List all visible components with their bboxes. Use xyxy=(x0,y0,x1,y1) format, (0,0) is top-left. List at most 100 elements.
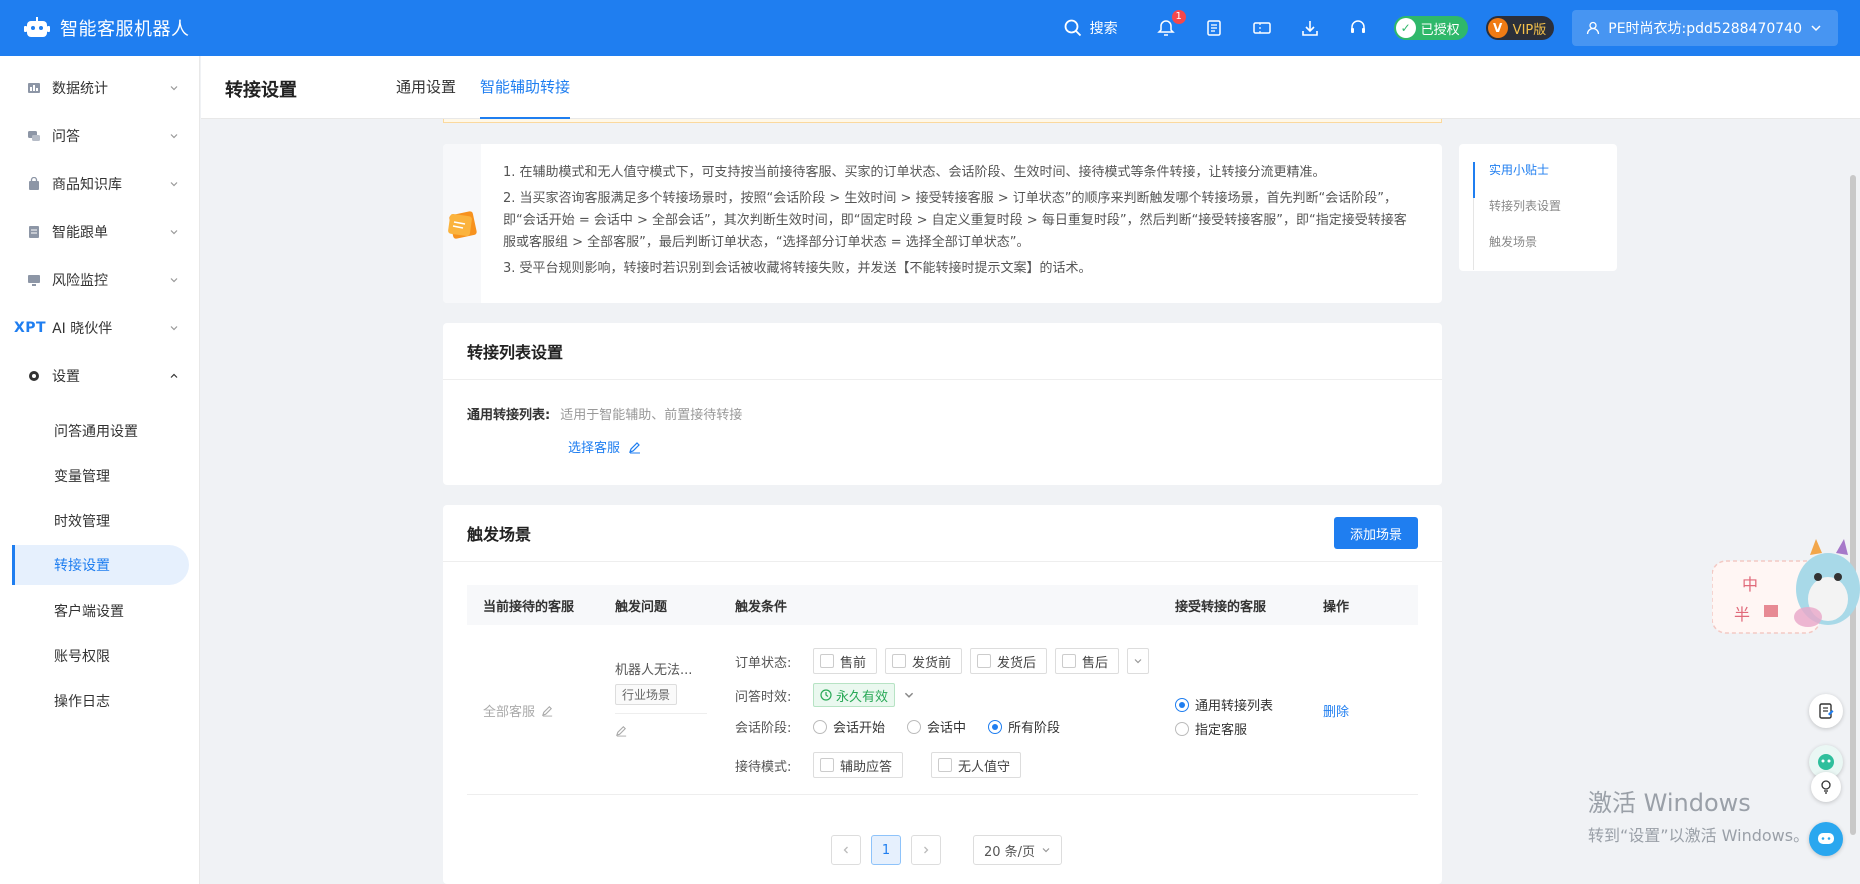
vip-badge[interactable]: V VIP版 xyxy=(1485,16,1555,40)
sidebar: 数据统计 问答 商品知识库 智能跟单 风险监控 XPT AI 晓伙伴 设置 问答… xyxy=(0,56,200,884)
condition-label: 订单状态: xyxy=(735,655,792,671)
vip-icon: V xyxy=(1487,18,1508,38)
order-status-aftersale-checkbox[interactable]: 售后 xyxy=(1055,648,1120,674)
radio-label: 会话中 xyxy=(927,721,967,736)
chevron-down-icon[interactable] xyxy=(903,689,915,701)
order-status-presale-checkbox[interactable]: 售前 xyxy=(813,648,878,674)
sidebar-group-label: 数据统计 xyxy=(52,81,108,97)
stage-start-radio[interactable]: 会话开始 xyxy=(813,717,885,736)
notes-float-button[interactable] xyxy=(1809,694,1843,728)
chat-bubble-icon xyxy=(1818,833,1834,844)
order-status-after-ship-checkbox[interactable]: 发货后 xyxy=(970,648,1048,674)
edit-icon[interactable] xyxy=(541,704,554,717)
mode-row: 接待模式: 辅助应答 无人值守 xyxy=(735,752,1022,778)
sidebar-group-settings[interactable]: 设置 xyxy=(0,352,199,400)
sidebar-group-label: 智能跟单 xyxy=(52,225,108,241)
prev-page-button[interactable] xyxy=(831,835,861,865)
authorized-label: 已授权 xyxy=(1420,22,1460,38)
sidebar-group-risk[interactable]: 风险监控 xyxy=(0,256,199,304)
receiver-specific-agent-radio[interactable]: 指定客服 xyxy=(1175,719,1273,738)
mascot-text: 中 xyxy=(1742,575,1759,594)
agent-cell: 全部客服 xyxy=(483,701,554,720)
app-title: 智能客服机器人 xyxy=(60,19,190,40)
sidebar-group-knowledge[interactable]: 商品知识库 xyxy=(0,160,199,208)
scrollbar[interactable] xyxy=(1850,175,1856,835)
edit-doc-icon xyxy=(1819,703,1834,719)
sidebar-item-label: 转接设置 xyxy=(54,558,110,574)
mode-assist-checkbox[interactable]: 辅助应答 xyxy=(813,752,904,778)
sidebar-item-transfer[interactable]: 转接设置 xyxy=(12,545,189,585)
condition-label: 接待模式: xyxy=(735,759,792,775)
sidebar-item-label: 时效管理 xyxy=(54,513,110,530)
sidebar-group-qa[interactable]: 问答 xyxy=(0,112,199,160)
notification-button[interactable]: 1 xyxy=(1154,10,1186,40)
user-menu[interactable]: PE时尚衣坊:pdd5288470740 xyxy=(1572,10,1838,46)
user-label: PE时尚衣坊:pdd5288470740 xyxy=(1608,21,1802,37)
sidebar-item-logs[interactable]: 操作日志 xyxy=(0,678,199,723)
list-icon xyxy=(26,224,42,240)
tips-float-button[interactable] xyxy=(1811,772,1841,802)
chevron-right-icon xyxy=(924,846,929,854)
validity-badge[interactable]: 永久有效 xyxy=(813,683,896,707)
sidebar-item-label: 操作日志 xyxy=(54,693,110,710)
anchor-transfer-list[interactable]: 转接列表设置 xyxy=(1473,198,1617,234)
sidebar-group-stats[interactable]: 数据统计 xyxy=(0,64,199,112)
add-scenario-button[interactable]: 添加场景 xyxy=(1333,517,1418,549)
sidebar-item-label: 客户端设置 xyxy=(54,603,124,620)
next-page-button[interactable] xyxy=(911,835,941,865)
order-status-dropdown[interactable] xyxy=(1127,648,1150,674)
sidebar-item-label: 变量管理 xyxy=(54,468,110,485)
document-button[interactable] xyxy=(1202,16,1226,40)
download-button[interactable] xyxy=(1298,16,1322,40)
sidebar-item-variables[interactable]: 变量管理 xyxy=(0,453,199,498)
chart-icon xyxy=(26,80,42,96)
sidebar-group-ai-partner[interactable]: XPT AI 晓伙伴 xyxy=(0,304,199,352)
question-tag: 行业场景 xyxy=(615,684,678,705)
chevron-down-icon xyxy=(1042,848,1050,853)
page-header: 转接设置 通用设置 智能辅助转接 xyxy=(201,56,1860,119)
edit-icon xyxy=(629,441,641,453)
authorized-badge[interactable]: ✓ 已授权 xyxy=(1393,16,1468,40)
field-label: 通用转接列表: xyxy=(467,408,551,423)
edit-icon[interactable] xyxy=(615,724,628,737)
search-button[interactable]: 搜索 xyxy=(1064,18,1118,38)
page-size-select[interactable]: 20 条/页 xyxy=(973,835,1063,865)
sidebar-item-client[interactable]: 客户端设置 xyxy=(0,588,199,633)
sidebar-item-label: 问答通用设置 xyxy=(54,423,138,440)
checkbox-label: 发货后 xyxy=(997,655,1037,671)
brand[interactable]: 智能客服机器人 xyxy=(0,15,260,41)
tab-smart-transfer[interactable]: 智能辅助转接 xyxy=(480,56,571,119)
sidebar-group-label: 商品知识库 xyxy=(52,177,122,193)
sidebar-item-timeliness[interactable]: 时效管理 xyxy=(0,498,199,543)
headset-button[interactable] xyxy=(1346,16,1370,40)
mascot-widget[interactable]: 中 半 xyxy=(1711,525,1860,645)
order-status-before-ship-checkbox[interactable]: 发货前 xyxy=(885,648,963,674)
sidebar-group-followup[interactable]: 智能跟单 xyxy=(0,208,199,256)
sidebar-item-qa-general[interactable]: 问答通用设置 xyxy=(0,408,199,453)
chevron-down-icon xyxy=(170,326,178,331)
page-button[interactable]: 1 xyxy=(871,835,901,865)
ticket-button[interactable] xyxy=(1250,16,1274,40)
chat-float-button[interactable] xyxy=(1809,822,1843,856)
tab-bar: 通用设置 智能辅助转接 xyxy=(396,56,594,119)
vip-label: VIP版 xyxy=(1512,22,1547,38)
receiver-general-list-radio[interactable]: 通用转接列表 xyxy=(1175,695,1273,714)
anchor-trigger-scenario[interactable]: 触发场景 xyxy=(1473,234,1617,270)
page-size-value: 20 条/页 xyxy=(984,844,1036,860)
checkbox-label: 发货前 xyxy=(912,655,952,671)
tip-item: 3. 受平台规则影响，转接时若识别到会话被收藏将转接失败，并发送【不能转接时提示… xyxy=(503,261,1092,276)
stage-middle-radio[interactable]: 会话中 xyxy=(907,717,966,736)
headset-icon xyxy=(1350,20,1365,33)
select-agent-link[interactable]: 选择客服 xyxy=(568,437,1418,456)
note-icon xyxy=(448,210,477,239)
stage-all-radio[interactable]: 所有阶段 xyxy=(988,717,1060,736)
chevron-left-icon xyxy=(843,846,848,854)
anchor-tips[interactable]: 实用小贴士 xyxy=(1473,162,1617,198)
tips-left-panel xyxy=(443,144,481,303)
checkbox-label: 辅助应答 xyxy=(840,759,893,775)
delete-button[interactable]: 删除 xyxy=(1323,701,1349,720)
mode-unattended-checkbox[interactable]: 无人值守 xyxy=(931,752,1022,778)
stage-row: 会话阶段: 会话开始 会话中 所有阶段 xyxy=(735,717,1074,736)
tab-general[interactable]: 通用设置 xyxy=(396,56,456,119)
sidebar-item-permissions[interactable]: 账号权限 xyxy=(0,633,199,678)
